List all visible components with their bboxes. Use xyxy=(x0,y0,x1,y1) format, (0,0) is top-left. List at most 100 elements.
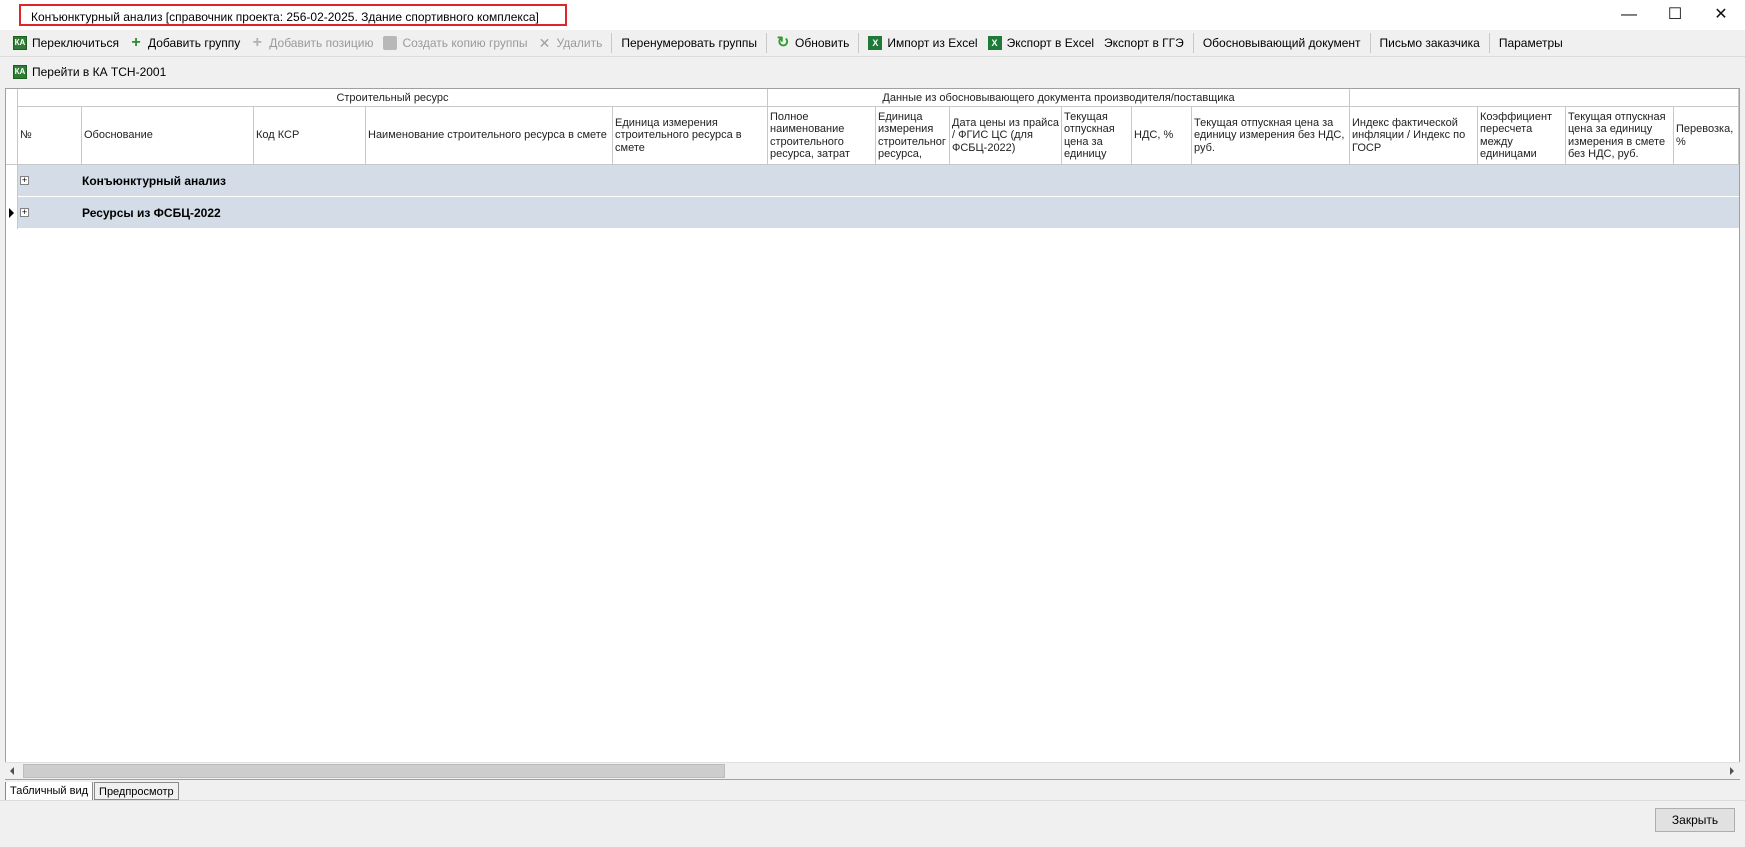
toolbar-separator xyxy=(1192,33,1194,53)
goto-ka-button[interactable]: КА Перейти в КА ТСН-2001 xyxy=(8,61,171,83)
minimize-button[interactable]: — xyxy=(1606,0,1652,30)
column-label: НДС, % xyxy=(1134,129,1174,142)
column-header-vat[interactable]: НДС, % xyxy=(1132,107,1192,165)
column-header-full-name[interactable]: Полное наименование строительного ресурс… xyxy=(768,107,876,165)
toolbar-separator xyxy=(1488,33,1490,53)
renumber-groups-button[interactable]: Перенумеровать группы xyxy=(616,32,762,54)
justifying-doc-label: Обосновывающий документ xyxy=(1202,36,1361,50)
column-header-resource-name[interactable]: Наименование строительного ресурса в сме… xyxy=(366,107,613,165)
column-label: Полное наименование строительного ресурс… xyxy=(770,110,850,161)
delete-label: Удалить xyxy=(556,36,603,50)
copy-group-button[interactable]: Создать копию группы xyxy=(378,32,532,54)
add-position-button[interactable]: + Добавить позицию xyxy=(245,32,378,54)
justifying-document-button[interactable]: Обосновывающий документ xyxy=(1198,32,1366,54)
copy-group-label: Создать копию группы xyxy=(402,36,528,50)
column-header-inflation-index[interactable]: Индекс фактической инфляции / Индекс по … xyxy=(1350,107,1478,165)
column-label: Единица измерения строительног ресурса, xyxy=(878,110,946,161)
close-button[interactable]: Закрыть xyxy=(1655,808,1735,832)
column-header-price-no-vat[interactable]: Текущая отпускная цена за единицу измере… xyxy=(1192,107,1350,165)
import-excel-label: Импорт из Excel xyxy=(887,36,978,50)
delete-icon: ✕ xyxy=(538,35,551,51)
scroll-right-icon[interactable] xyxy=(1723,763,1740,779)
main-toolbar: КА Переключиться + Добавить группу + Доб… xyxy=(0,30,1745,57)
column-label: Перевозка, % xyxy=(1676,123,1734,148)
column-header-price-in-estimate[interactable]: Текущая отпускная цена за единицу измере… xyxy=(1566,107,1674,165)
tab-preview[interactable]: Предпросмотр xyxy=(94,782,179,800)
refresh-icon: ↻ xyxy=(776,34,790,51)
close-window-button[interactable]: ✕ xyxy=(1698,0,1744,30)
refresh-button[interactable]: ↻ Обновить xyxy=(771,32,854,54)
add-group-button[interactable]: + Добавить группу xyxy=(124,32,245,54)
customer-letter-label: Письмо заказчика xyxy=(1379,36,1480,50)
bottom-panel xyxy=(0,800,1745,847)
maximize-button[interactable]: ☐ xyxy=(1652,0,1698,30)
switch-button[interactable]: КА Переключиться xyxy=(8,32,124,54)
copy-icon xyxy=(383,36,398,50)
scroll-left-icon[interactable] xyxy=(5,763,22,779)
column-header-current-price[interactable]: Текущая отпускная цена за единицу xyxy=(1062,107,1132,165)
customer-letter-button[interactable]: Письмо заказчика xyxy=(1375,32,1485,54)
scrollbar-thumb[interactable] xyxy=(23,764,725,778)
current-row-arrow-icon xyxy=(9,208,14,218)
toolbar-separator xyxy=(1369,33,1371,53)
column-header-ksr-code[interactable]: Код КСР xyxy=(254,107,366,165)
refresh-label: Обновить xyxy=(795,36,850,50)
column-label: Единица измерения строительного ресурса … xyxy=(615,116,742,154)
export-gge-label: Экспорт в ГГЭ xyxy=(1104,36,1184,50)
column-header-unit[interactable]: Единица измерения строительного ресурса … xyxy=(613,107,768,165)
row-indicator xyxy=(6,165,18,197)
expand-icon[interactable]: + xyxy=(20,176,29,185)
column-header-num[interactable]: № xyxy=(18,107,82,165)
column-label: Коэффициент пересчета между единицами xyxy=(1480,110,1553,161)
goto-ka-label: Перейти в КА ТСН-2001 xyxy=(32,64,167,79)
column-label: Обоснование xyxy=(84,129,153,142)
column-label: Индекс фактической инфляции / Индекс по … xyxy=(1352,116,1466,154)
window-title: Конъюнктурный анализ [справочник проекта… xyxy=(19,4,567,26)
secondary-toolbar: КА Перейти в КА ТСН-2001 xyxy=(0,58,400,85)
export-excel-label: Экспорт в Excel xyxy=(1006,36,1095,50)
excel-icon: X xyxy=(868,36,883,50)
add-group-label: Добавить группу xyxy=(147,36,241,50)
toolbar-separator xyxy=(611,33,613,53)
toolbar-separator xyxy=(766,33,768,53)
plus-icon: + xyxy=(131,34,141,51)
title-bar: Конъюнктурный анализ [справочник проекта… xyxy=(0,0,1745,30)
column-label: Наименование строительного ресурса в сме… xyxy=(368,129,607,142)
column-header-transport[interactable]: Перевозка, % xyxy=(1674,107,1739,165)
column-label: № xyxy=(20,129,32,142)
column-label: Код КСР xyxy=(256,129,300,142)
column-label: Текущая отпускная цена за единицу измере… xyxy=(1194,116,1345,154)
tab-table-view[interactable]: Табличный вид xyxy=(5,782,94,802)
column-header-price-date[interactable]: Дата цены из прайса / ФГИС ЦС (для ФСБЦ-… xyxy=(950,107,1062,165)
band-header-resource: Строительный ресурс xyxy=(18,89,768,107)
group-row-fsbc-resources[interactable]: + Ресурсы из ФСБЦ-2022 xyxy=(6,197,1739,229)
plus-icon: + xyxy=(252,34,262,51)
row-indicator-header xyxy=(6,89,18,165)
renumber-label: Перенумеровать группы xyxy=(621,36,758,50)
export-excel-button[interactable]: X Экспорт в Excel xyxy=(983,32,1099,54)
parameters-button[interactable]: Параметры xyxy=(1494,32,1568,54)
ka-icon: КА xyxy=(13,64,27,79)
toolbar-separator xyxy=(858,33,860,53)
expand-icon[interactable]: + xyxy=(20,208,29,217)
column-header-conversion-coef[interactable]: Коэффициент пересчета между единицами xyxy=(1478,107,1566,165)
horizontal-scrollbar[interactable] xyxy=(5,762,1740,779)
main-window: Конъюнктурный анализ [справочник проекта… xyxy=(0,0,1745,847)
export-gge-button[interactable]: Экспорт в ГГЭ xyxy=(1099,32,1189,54)
column-label: Дата цены из прайса / ФГИС ЦС (для ФСБЦ-… xyxy=(952,116,1059,154)
column-header-unit2[interactable]: Единица измерения строительног ресурса, xyxy=(876,107,950,165)
delete-button[interactable]: ✕ Удалить xyxy=(533,32,608,54)
band-header-empty xyxy=(1350,89,1739,107)
group-label: Конъюнктурный анализ xyxy=(82,174,226,188)
import-excel-button[interactable]: X Импорт из Excel xyxy=(863,32,982,54)
column-label: Текущая отпускная цена за единицу xyxy=(1064,110,1115,161)
band-header-supplier: Данные из обосновывающего документа прои… xyxy=(768,89,1350,107)
row-indicator xyxy=(6,197,18,229)
parameters-label: Параметры xyxy=(1498,36,1563,50)
group-row-market-analysis[interactable]: + Конъюнктурный анализ xyxy=(6,165,1739,197)
excel-icon: X xyxy=(987,36,1002,50)
ka-icon: КА xyxy=(13,36,27,50)
column-header-basis[interactable]: Обоснование xyxy=(82,107,254,165)
group-label: Ресурсы из ФСБЦ-2022 xyxy=(82,206,221,220)
switch-label: Переключиться xyxy=(32,36,119,50)
